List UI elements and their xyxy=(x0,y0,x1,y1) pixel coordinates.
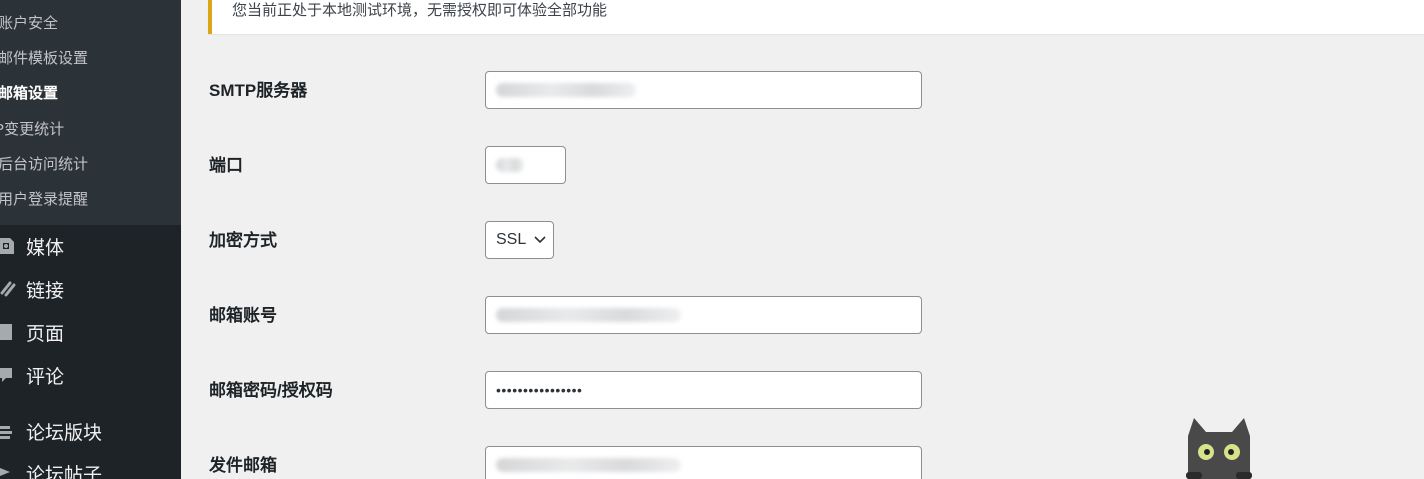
encryption-label: 加密方式 xyxy=(209,231,277,250)
port-label: 端口 xyxy=(209,156,243,175)
local-env-notice: 您当前正处于本地测试环境，无需授权即可体验全部功能 xyxy=(208,0,1424,34)
password-value: •••••••••••••••• xyxy=(496,382,583,398)
sender-email-input[interactable] xyxy=(485,446,922,479)
submenu-item-admin-access-stats[interactable]: 后台访问统计 xyxy=(0,155,88,175)
page-icon xyxy=(0,321,20,343)
cat-mascot-icon xyxy=(1180,414,1264,479)
email-account-input[interactable] xyxy=(485,296,922,334)
menu-item-media[interactable]: 媒体 xyxy=(0,231,64,261)
encryption-value: SSL xyxy=(496,231,527,248)
chevron-down-icon xyxy=(534,231,546,249)
media-icon xyxy=(0,235,20,257)
link-icon xyxy=(0,278,20,300)
redacted-value xyxy=(496,308,681,322)
submenu-item-email-templates[interactable]: 邮件模板设置 xyxy=(0,49,88,69)
menu-item-label: 页面 xyxy=(26,323,65,345)
submenu-item-ip-change-stats[interactable]: IP变更统计 xyxy=(0,120,64,140)
redacted-value xyxy=(496,458,681,472)
submenu-item-account-security[interactable]: 账户安全 xyxy=(0,14,58,34)
menu-item-label: 链接 xyxy=(26,280,65,302)
smtp-server-input[interactable] xyxy=(485,71,922,109)
redacted-value xyxy=(496,83,636,97)
encryption-select[interactable]: SSL xyxy=(485,221,554,259)
settings-submenu: 账户安全 邮件模板设置 邮箱设置 IP变更统计 后台访问统计 用户登录提醒 xyxy=(0,0,181,225)
menu-item-topics[interactable]: 论坛帖子 xyxy=(0,458,102,479)
menu-item-label: 评论 xyxy=(26,366,65,388)
forum-icon xyxy=(0,420,20,442)
redacted-value xyxy=(496,158,524,172)
email-password-label: 邮箱密码/授权码 xyxy=(209,381,333,400)
notice-text: 您当前正处于本地测试环境，无需授权即可体验全部功能 xyxy=(232,2,608,19)
menu-item-pages[interactable]: 页面 xyxy=(0,317,64,347)
smtp-server-label: SMTP服务器 xyxy=(209,81,308,100)
admin-sidebar: 账户安全 邮件模板设置 邮箱设置 IP变更统计 后台访问统计 用户登录提醒 媒体… xyxy=(0,0,181,479)
email-password-input[interactable]: •••••••••••••••• xyxy=(485,371,922,409)
menu-item-label: 论坛版块 xyxy=(26,422,103,444)
email-account-label: 邮箱账号 xyxy=(209,306,277,325)
menu-item-label: 媒体 xyxy=(26,237,65,259)
sender-email-label: 发件邮箱 xyxy=(209,456,277,475)
menu-item-label: 论坛帖子 xyxy=(26,464,103,479)
comment-icon xyxy=(0,364,20,386)
topic-icon xyxy=(0,462,20,479)
menu-item-forums[interactable]: 论坛版块 xyxy=(0,416,102,446)
menu-item-comments[interactable]: 评论 xyxy=(0,360,64,390)
menu-item-links[interactable]: 链接 xyxy=(0,274,64,304)
submenu-item-mail-settings[interactable]: 邮箱设置 xyxy=(0,84,58,104)
port-input[interactable] xyxy=(485,146,566,184)
submenu-item-login-alerts[interactable]: 用户登录提醒 xyxy=(0,190,88,210)
